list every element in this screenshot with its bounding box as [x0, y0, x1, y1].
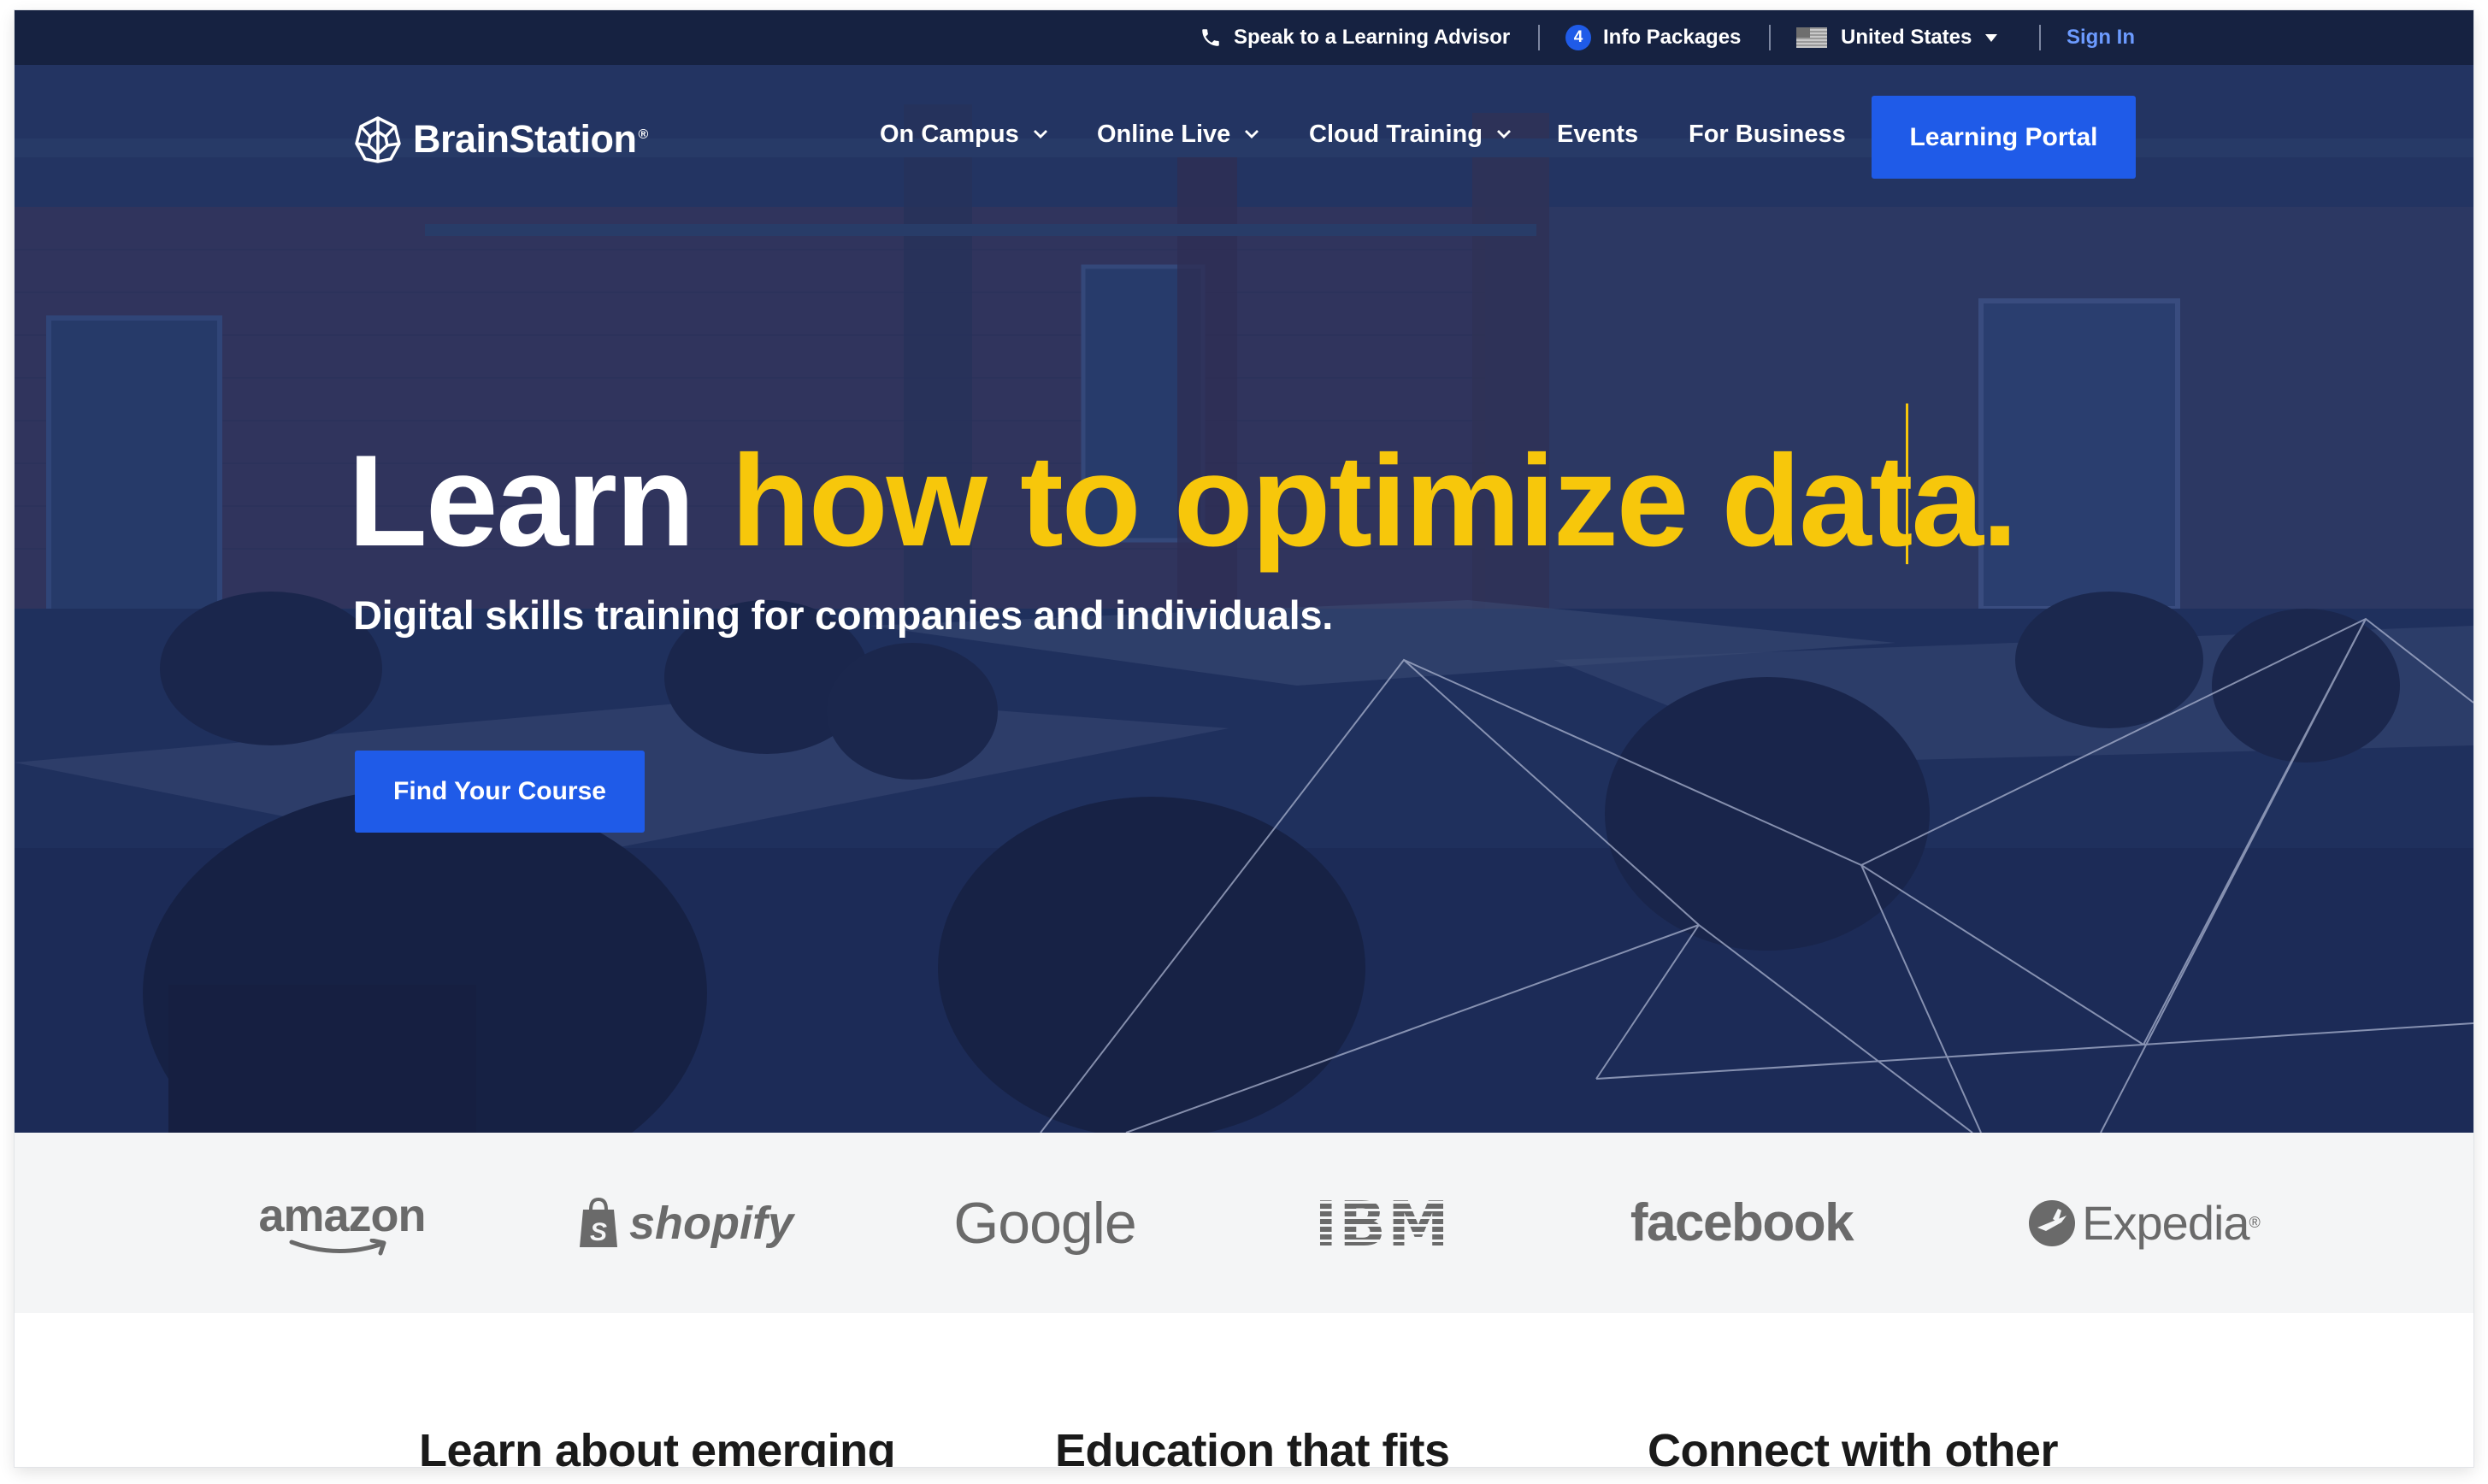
speak-to-advisor-link[interactable]: Speak to a Learning Advisor [1200, 10, 1510, 65]
feature-heading: Learn about emerging [419, 1425, 896, 1467]
hero-headline: Learn how to optimize data. [348, 436, 2018, 566]
nav-on-campus[interactable]: On Campus [880, 113, 1048, 156]
svg-text:IBM: IBM [1318, 1196, 1447, 1251]
find-your-course-button[interactable]: Find Your Course [355, 751, 645, 833]
us-flag-icon [1796, 27, 1827, 48]
main-nav: BrainStation ® On Campus Online Live Clou… [15, 65, 2473, 179]
headline-static-text: Learn [348, 428, 695, 574]
expedia-globe-icon [2029, 1199, 2076, 1246]
nav-online-live[interactable]: Online Live [1097, 113, 1259, 156]
ibm-logo-mark: IBM [1318, 1196, 1447, 1251]
brain-logo-icon [355, 116, 401, 163]
typing-cursor [1906, 403, 1908, 564]
advisor-label: Speak to a Learning Advisor [1234, 26, 1511, 49]
expedia-logo: Expedia ® [2015, 1133, 2272, 1313]
ibm-logo: IBM [1306, 1133, 1459, 1313]
nav-item-label: Cloud Training [1309, 120, 1483, 148]
brainstation-logo[interactable]: BrainStation ® [353, 115, 648, 164]
shopify-logo: S shopify [574, 1133, 796, 1313]
utility-bar: Speak to a Learning Advisor 4 Info Packa… [15, 10, 2473, 65]
nav-cloud-training[interactable]: Cloud Training [1309, 113, 1512, 156]
hero-section: Speak to a Learning Advisor 4 Info Packa… [15, 10, 2473, 1133]
feature-heading: Education that fits [1055, 1425, 1450, 1467]
amazon-smile-icon [289, 1238, 386, 1255]
nav-item-label: For Business [1689, 120, 1846, 148]
country-selector[interactable]: United States [1796, 10, 1998, 65]
nav-item-label: On Campus [880, 120, 1019, 148]
shopify-bag-icon: S [579, 1197, 617, 1247]
country-label: United States [1841, 26, 1972, 49]
caret-down-icon [1985, 33, 1998, 42]
info-count-badge: 4 [1565, 25, 1591, 50]
sign-in-link[interactable]: Sign In [2066, 10, 2135, 65]
info-packages-link[interactable]: 4 Info Packages [1565, 10, 1741, 65]
nav-item-label: Online Live [1097, 120, 1231, 148]
logo-wordmark: BrainStation ® [413, 117, 648, 161]
facebook-logo: facebook [1630, 1193, 1854, 1252]
phone-icon [1202, 29, 1219, 46]
feature-heading: Connect with other [1648, 1425, 2058, 1467]
features-section: Learn about emerging Education that fits… [15, 1313, 2473, 1467]
nav-item-label: Events [1557, 120, 1639, 148]
nav-for-business[interactable]: For Business [1689, 113, 1846, 156]
chevron-down-icon [1497, 130, 1511, 138]
divider [1769, 25, 1771, 50]
divider [2039, 25, 2041, 50]
learning-portal-button[interactable]: Learning Portal [1872, 96, 2136, 179]
amazon-logo: amazon [244, 1133, 440, 1313]
client-logo-strip: amazon S shopify Google IBM facebook Exp… [15, 1133, 2473, 1313]
google-logo: Google [953, 1190, 1136, 1256]
hero-subheadline: Digital skills training for companies an… [353, 592, 1333, 638]
chevron-down-icon [1033, 130, 1047, 138]
svg-text:S: S [590, 1218, 607, 1246]
chevron-down-icon [1245, 130, 1259, 138]
browser-page: Speak to a Learning Advisor 4 Info Packa… [15, 10, 2473, 1467]
divider [1538, 25, 1540, 50]
nav-events[interactable]: Events [1557, 113, 1638, 156]
info-packages-label: Info Packages [1603, 26, 1742, 49]
headline-typed-text: how to optimize data. [730, 428, 2018, 574]
